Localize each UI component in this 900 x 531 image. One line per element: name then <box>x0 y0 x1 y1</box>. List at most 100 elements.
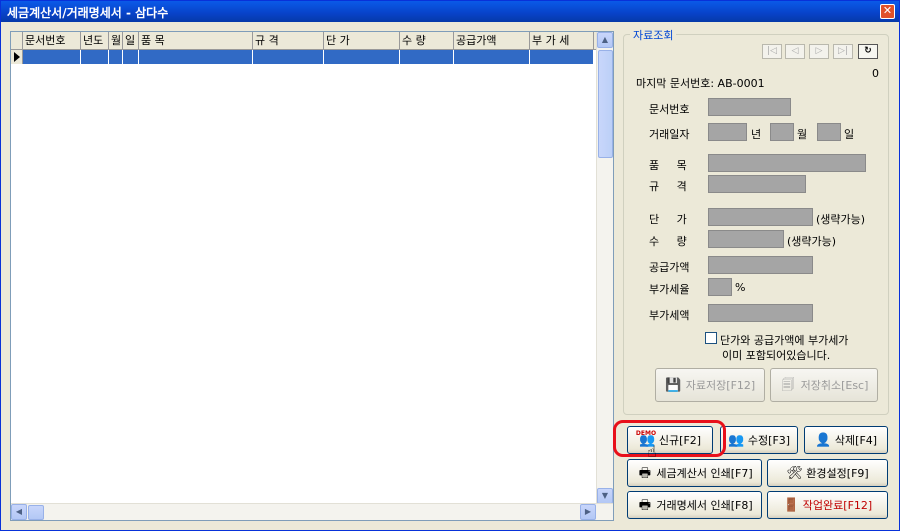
table-row[interactable] <box>11 50 597 64</box>
vat-amount-label: 부가세액 <box>649 309 690 322</box>
document-grid[interactable]: 문서번호 년도 월 일 품 목규 격단 가수 량 공급가액 부 가 세 ▲ ▼ ◀ ▶ <box>10 31 614 521</box>
scroll-down-icon[interactable]: ▼ <box>597 488 613 504</box>
group-title: 자료조회 <box>630 27 677 43</box>
vat-included-checkbox[interactable] <box>705 332 717 344</box>
table-cell[interactable] <box>23 50 81 64</box>
supply-amount-label: 공급가액 <box>649 261 690 274</box>
delete-button[interactable]: 👤 삭제[F4] <box>804 426 888 454</box>
printer-icon: 🖶 <box>638 465 652 481</box>
price-label: 단 가 <box>649 213 687 226</box>
table-cell[interactable] <box>324 50 400 64</box>
table-cell[interactable] <box>454 50 530 64</box>
year-field[interactable] <box>708 123 747 141</box>
month-field[interactable] <box>770 123 794 141</box>
table-cell[interactable] <box>139 50 253 64</box>
main-window: 세금계산서/거래명세서 - 삼다수 ✕ 문서번호 년도 월 일 품 목규 격단 가수 량… <box>0 0 900 531</box>
delete-label: 삭제[F4] <box>834 434 878 447</box>
column-header[interactable]: 일 <box>123 32 139 50</box>
table-cell[interactable] <box>81 50 109 64</box>
title-bar: 세금계산서/거래명세서 - 삼다수 ✕ <box>1 1 899 22</box>
prev-record-icon[interactable]: ◁ <box>785 44 805 59</box>
month-label: 월 <box>797 128 808 141</box>
horizontal-scroll-thumb[interactable] <box>28 505 44 520</box>
scroll-left-icon[interactable]: ◀ <box>11 504 27 520</box>
grid-corner <box>11 32 23 50</box>
column-header[interactable]: 부 가 세 <box>530 32 594 50</box>
record-count: 0 <box>872 67 879 80</box>
column-header[interactable]: 공급가액 <box>454 32 530 50</box>
grid-header: 문서번호 년도 월 일 품 목규 격단 가수 량 공급가액 부 가 세 <box>11 32 597 50</box>
next-record-icon[interactable]: ▷ <box>809 44 829 59</box>
cancel-save-label: 저장취소[Esc] <box>800 379 869 392</box>
doc-no-field[interactable] <box>708 98 791 116</box>
row-indicator <box>11 50 23 64</box>
table-cell[interactable] <box>400 50 454 64</box>
column-header[interactable]: 년도 <box>81 32 109 50</box>
finish-label: 작업완료[F12] <box>802 499 873 512</box>
floppy-disk-icon: 💾 <box>665 377 682 393</box>
doc-no-label: 문서번호 <box>649 103 690 116</box>
settings-label: 환경설정[F9] <box>806 467 869 480</box>
item-field[interactable] <box>708 154 866 172</box>
vat-included-label-1: 단가와 공급가액에 부가세가 <box>720 334 849 347</box>
item-label: 품 목 <box>649 159 687 172</box>
save-record-button[interactable]: 💾 자료저장[F12] <box>655 368 765 402</box>
print-tax-invoice-button[interactable]: 🖶 세금계산서 인쇄[F7] <box>627 459 762 487</box>
trade-date-label: 거래일자 <box>649 128 690 141</box>
edit-users-icon: 👥 <box>728 432 745 448</box>
window-title: 세금계산서/거래명세서 - 삼다수 <box>7 6 169 20</box>
qty-label: 수 량 <box>649 235 687 248</box>
cancel-disk-icon: 🗐 <box>781 377 795 393</box>
table-cell[interactable] <box>123 50 139 64</box>
last-document-number: 마지막 문서번호: AB-0001 <box>636 77 765 90</box>
save-record-label: 자료저장[F12] <box>685 379 756 392</box>
vat-amount-field[interactable] <box>708 304 813 322</box>
qty-field[interactable] <box>708 230 784 248</box>
print-statement-label: 거래명세서 인쇄[F8] <box>656 499 753 512</box>
vat-rate-field[interactable] <box>708 278 732 296</box>
vertical-scrollbar[interactable]: ▲ ▼ <box>596 32 613 504</box>
year-label: 년 <box>751 128 762 141</box>
first-record-icon[interactable]: |◁ <box>762 44 782 59</box>
refresh-icon[interactable]: ↻ <box>858 44 878 59</box>
settings-tools-icon: 🛠 <box>786 465 804 481</box>
vat-rate-label: 부가세율 <box>649 283 690 296</box>
delete-user-icon: 👤 <box>815 432 832 448</box>
print-statement-button[interactable]: 🖶 거래명세서 인쇄[F8] <box>627 491 762 519</box>
row-pointer-icon <box>14 52 20 62</box>
column-header[interactable]: 규 격 <box>253 32 324 50</box>
column-header[interactable]: 수 량 <box>400 32 454 50</box>
vertical-scroll-thumb[interactable] <box>598 50 613 158</box>
table-cell[interactable] <box>109 50 123 64</box>
cancel-save-button[interactable]: 🗐 저장취소[Esc] <box>770 368 878 402</box>
settings-button[interactable]: 🛠 환경설정[F9] <box>767 459 888 487</box>
vat-included-label-2: 이미 포함되어있습니다. <box>722 349 831 362</box>
column-header[interactable]: 문서번호 <box>23 32 81 50</box>
hand-cursor-icon: ☝ <box>647 442 657 461</box>
edit-label: 수정[F3] <box>747 434 791 447</box>
column-header[interactable]: 품 목 <box>139 32 253 50</box>
price-field[interactable] <box>708 208 813 226</box>
day-label: 일 <box>844 128 855 141</box>
edit-button[interactable]: 👥 수정[F3] <box>720 426 798 454</box>
horizontal-scrollbar[interactable]: ◀ ▶ <box>11 503 613 520</box>
qty-optional-note: (생략가능) <box>787 235 837 248</box>
exit-door-icon: 🚪 <box>783 497 800 513</box>
column-header[interactable]: 월 <box>109 32 123 50</box>
statement-printer-icon: 🖶 <box>638 497 652 513</box>
spec-label: 규 격 <box>649 180 687 193</box>
percent-label: % <box>735 281 746 294</box>
print-tax-invoice-label: 세금계산서 인쇄[F7] <box>656 467 753 480</box>
scroll-up-icon[interactable]: ▲ <box>597 32 613 48</box>
table-cell[interactable] <box>530 50 594 64</box>
spec-field[interactable] <box>708 175 806 193</box>
price-optional-note: (생략가능) <box>816 213 866 226</box>
column-header[interactable]: 단 가 <box>324 32 400 50</box>
day-field[interactable] <box>817 123 841 141</box>
finish-button[interactable]: 🚪 작업완료[F12] <box>767 491 888 519</box>
supply-amount-field[interactable] <box>708 256 813 274</box>
close-icon[interactable]: ✕ <box>880 4 895 19</box>
scroll-right-icon[interactable]: ▶ <box>580 504 596 520</box>
last-record-icon[interactable]: ▷| <box>833 44 853 59</box>
table-cell[interactable] <box>253 50 324 64</box>
